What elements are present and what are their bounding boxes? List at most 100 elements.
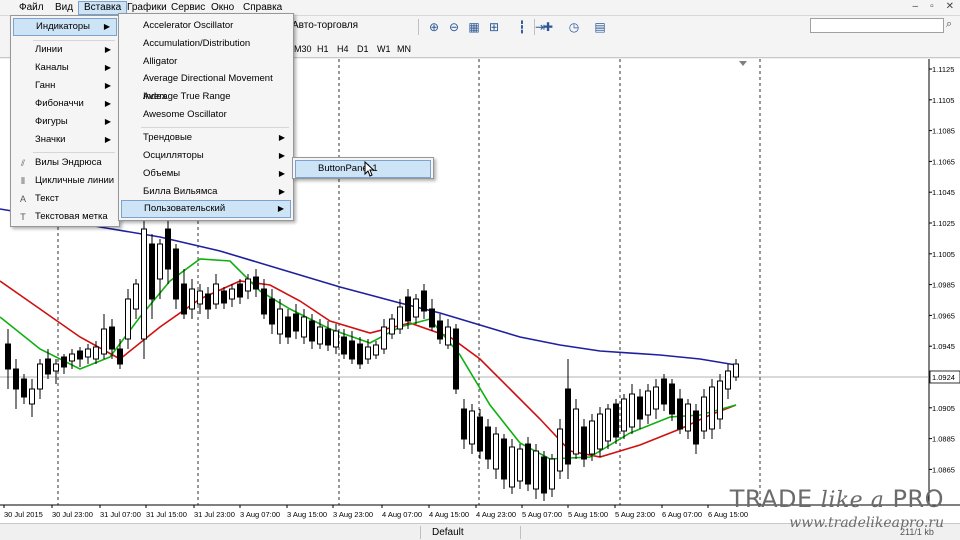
candle-body <box>533 450 539 490</box>
time-label: 31 Jul 15:00 <box>146 510 187 519</box>
price-label: 1.0965 <box>932 311 955 320</box>
candle-body <box>645 390 651 416</box>
menu-item-custom[interactable]: Пользовательский ▶ <box>121 200 291 218</box>
submenu-arrow-icon: ▶ <box>104 45 111 54</box>
menu-item-arrows[interactable]: Значки ▶ <box>13 131 117 149</box>
candle-body <box>509 446 515 488</box>
menu-item-label: Объемы <box>143 168 181 179</box>
menu-item-label: Линии <box>35 44 63 55</box>
menu-item-accumulation[interactable]: Accumulation/Distribution <box>121 35 291 53</box>
candle-body <box>341 336 347 355</box>
menu-item-channels[interactable]: Каналы ▶ <box>13 59 117 77</box>
zoom-in-icon[interactable]: ⊕ <box>426 19 442 35</box>
menu-item-label: Accumulation/Distribution <box>143 38 251 49</box>
timeframe-h4[interactable]: H4 <box>333 41 353 55</box>
menu-item-indicators[interactable]: Индикаторы ▶ <box>13 18 117 36</box>
menu-item-atr[interactable]: Average True Range <box>121 88 291 106</box>
submenu-arrow-icon: ▶ <box>278 151 285 160</box>
candle-body <box>669 383 675 415</box>
minimize-icon[interactable]: – <box>913 1 919 12</box>
candle-body <box>237 283 243 298</box>
menu-item-text-label[interactable]: T Текстовая метка <box>13 208 117 226</box>
menu-item-accelerator[interactable]: Accelerator Oscillator <box>121 17 291 35</box>
indicators-submenu: Accelerator Oscillator Accumulation/Dist… <box>118 13 294 221</box>
indicators-icon[interactable]: ✚ <box>540 19 556 35</box>
templates-icon[interactable]: ▤ <box>592 19 608 35</box>
menu-item-oscillators[interactable]: Осцилляторы ▶ <box>121 147 291 165</box>
candle-body <box>493 433 499 470</box>
menu-item-label: Трендовые <box>143 132 193 143</box>
candle-body <box>85 348 91 358</box>
window-controls: – ▫ ✕ <box>901 1 955 12</box>
menu-item-fibonacci[interactable]: Фибоначчи ▶ <box>13 95 117 113</box>
candle-body <box>581 426 587 460</box>
candle-body <box>309 320 315 342</box>
timeframe-mn[interactable]: MN <box>393 41 415 55</box>
menu-item-buttonpanel[interactable]: ButtonPanel 1 <box>295 160 431 178</box>
candle-body <box>5 343 11 370</box>
time-label: 31 Jul 07:00 <box>100 510 141 519</box>
candle-body <box>501 438 507 480</box>
candle-body <box>517 448 523 482</box>
candle-body <box>621 398 627 432</box>
menu-item-label: Пользовательский <box>144 203 226 214</box>
close-icon[interactable]: ✕ <box>946 1 954 12</box>
candle-body <box>389 318 395 335</box>
candle-body <box>125 298 131 340</box>
menu-item-adx[interactable]: Average Directional Movement Index <box>121 70 291 102</box>
menu-item-awesome[interactable]: Awesome Oscillator <box>121 106 291 124</box>
menu-item-label: Awesome Oscillator <box>143 109 227 120</box>
price-label: 1.0885 <box>932 435 955 444</box>
candle-body <box>269 298 275 325</box>
search-input[interactable] <box>810 18 944 33</box>
insert-menu: Индикаторы ▶ Линии ▶ Каналы ▶ Ганн ▶ Фибонач… <box>10 15 120 227</box>
candle-body <box>261 288 267 315</box>
candle-body <box>605 408 611 442</box>
candle-body <box>365 346 371 360</box>
candle-body <box>69 353 75 362</box>
menu-view[interactable]: Вид <box>50 1 78 15</box>
periods-clock-icon[interactable]: ◷ <box>566 19 582 35</box>
candle-body <box>221 290 227 304</box>
candle-body <box>357 343 363 365</box>
timeframe-h1[interactable]: H1 <box>313 41 333 55</box>
candle-body <box>709 386 715 430</box>
menu-item-alligator[interactable]: Alligator <box>121 53 291 71</box>
restore-icon[interactable]: ▫ <box>930 1 934 12</box>
timeframe-w1[interactable]: W1 <box>373 41 395 55</box>
algo-trading-button[interactable]: Авто-торговля <box>292 20 358 31</box>
candle-body <box>413 298 419 318</box>
candle-body <box>21 378 27 398</box>
tile-windows-icon[interactable]: ▦ <box>466 19 482 35</box>
menu-item-gann[interactable]: Ганн ▶ <box>13 77 117 95</box>
menu-item-volumes[interactable]: Объемы ▶ <box>121 165 291 183</box>
search-icon[interactable]: ⌕ <box>946 18 952 31</box>
menu-item-andrews-pitchfork[interactable]: ⫽ Вилы Эндрюса <box>13 154 117 172</box>
mouse-cursor-icon <box>364 161 374 177</box>
timeframe-d1[interactable]: D1 <box>353 41 373 55</box>
menu-item-text[interactable]: A Текст <box>13 190 117 208</box>
candle-body <box>317 326 323 345</box>
status-profile: Default <box>432 527 464 538</box>
candle-body <box>109 326 115 350</box>
menu-item-shapes[interactable]: Фигуры ▶ <box>13 113 117 131</box>
watermark-url: www.tradelikeapro.ru <box>789 515 944 531</box>
zoom-out-icon[interactable]: ⊖ <box>446 19 462 35</box>
chart-shift-marker <box>739 61 747 66</box>
menu-item-cycle-lines[interactable]: ⦀ Цикличные линии <box>13 172 117 190</box>
chart-shift-icon[interactable]: ⊞ <box>486 19 502 35</box>
menu-file[interactable]: Файл <box>14 1 49 15</box>
menu-item-trend[interactable]: Трендовые ▶ <box>121 129 291 147</box>
time-label: 4 Aug 15:00 <box>429 510 469 519</box>
candle-body <box>653 386 659 410</box>
candle-body <box>469 410 475 445</box>
candle-body <box>477 416 483 452</box>
price-label: 1.1105 <box>932 96 954 105</box>
price-label: 1.0945 <box>932 342 955 351</box>
menu-item-bill-williams[interactable]: Билла Вильямса ▶ <box>121 183 291 201</box>
candle-body <box>53 363 59 372</box>
bar-chart-icon[interactable]: ┇ <box>514 19 530 35</box>
menu-item-label: Осцилляторы <box>143 150 204 161</box>
candle-body <box>29 388 35 405</box>
menu-item-lines[interactable]: Линии ▶ <box>13 41 117 59</box>
